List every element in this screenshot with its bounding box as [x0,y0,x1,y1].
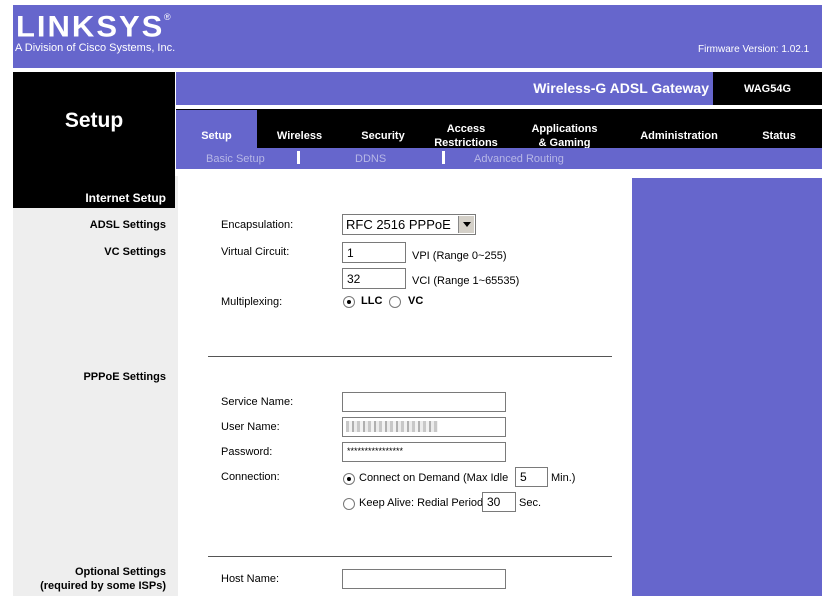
tab-security[interactable]: Security [343,129,423,143]
mux-llc-label: LLC [361,295,383,307]
vci-hint: VCI (Range 1~65535) [412,275,520,287]
user-name-label: User Name: [221,421,280,433]
subnav-advanced-routing[interactable]: Advanced Routing [474,153,564,165]
encapsulation-value: RFC 2516 PPPoE [346,217,451,232]
chevron-down-icon[interactable] [458,216,474,233]
optional-settings-note: (required by some ISPs) [40,580,166,592]
page-title: Setup [64,109,124,132]
tab-setup[interactable]: Setup [176,129,257,143]
subnav-ddns[interactable]: DDNS [355,153,386,165]
optional-settings-label: Optional Settings [74,566,166,578]
subnav-separator [297,151,300,164]
virtual-circuit-label: Virtual Circuit: [221,246,290,258]
multiplexing-label: Multiplexing: [221,296,283,308]
connect-on-demand-label: Connect on Demand [359,472,460,484]
right-strip [632,169,822,178]
subnav-basic-setup[interactable]: Basic Setup [206,153,265,165]
vc-settings-label: VC Settings [104,246,166,258]
host-name-label: Host Name: [221,573,280,585]
section-divider [208,556,612,557]
keep-alive-label: Keep Alive: Redial Period [359,497,484,509]
password-input[interactable]: **************** [342,442,506,462]
section-divider [208,356,612,357]
tab-access-restrictions[interactable]: Access Restrictions [426,122,506,150]
redial-period-unit: Sec. [519,497,542,509]
internet-setup-label: Internet Setup [85,191,166,205]
brand-tagline: A Division of Cisco Systems, Inc. [15,42,176,54]
mux-llc-radio[interactable] [343,296,355,308]
product-name: Wireless-G ADSL Gateway [533,80,709,96]
registered-mark: ® [164,12,171,22]
firmware-version: Firmware Version: 1.02.1 [698,44,810,55]
tab-applications-gaming[interactable]: Applications & Gaming [518,122,611,150]
mux-vc-label: VC [408,295,424,307]
vpi-hint: VPI (Range 0~255) [412,250,507,262]
max-idle-label: (Max Idle [463,472,509,484]
connection-label: Connection: [221,471,280,483]
max-idle-unit: Min.) [551,472,576,484]
subnav-separator [442,151,445,164]
tab-administration[interactable]: Administration [626,129,732,143]
host-name-input[interactable] [342,569,506,589]
mux-vc-radio[interactable] [389,296,401,308]
tab-status[interactable]: Status [750,129,808,143]
main-panel [175,176,635,596]
pppoe-settings-label: PPPoE Settings [83,371,166,383]
linksys-logo: LINKSYS [16,9,165,44]
keep-alive-radio[interactable] [343,498,355,510]
service-name-label: Service Name: [221,396,294,408]
vpi-input[interactable] [342,242,406,263]
service-name-input[interactable] [342,392,506,412]
max-idle-input[interactable] [515,467,548,487]
connect-on-demand-radio[interactable] [343,473,355,485]
right-column [632,178,822,596]
left-column-panel [13,208,175,596]
adsl-settings-label: ADSL Settings [89,219,166,231]
vci-input[interactable] [342,268,406,289]
redacted-username [346,421,438,432]
encapsulation-label: Encapsulation: [221,219,294,231]
redial-period-input[interactable] [482,492,516,512]
model-name: WAG54G [743,83,792,95]
password-label: Password: [221,446,273,458]
tab-wireless[interactable]: Wireless [260,129,339,143]
